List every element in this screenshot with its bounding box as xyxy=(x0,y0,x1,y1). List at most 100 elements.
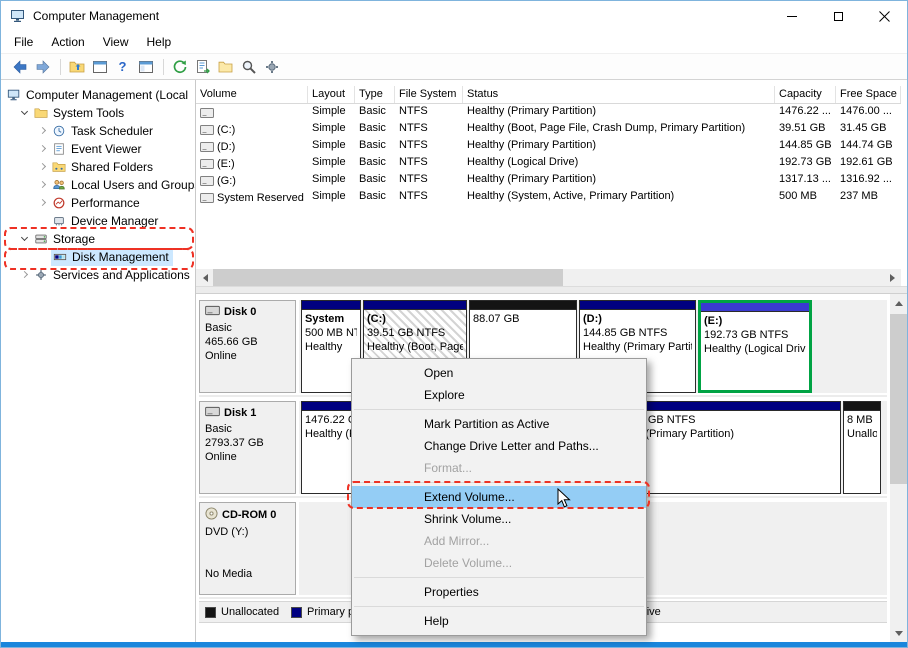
sidebar-item-device-manager[interactable]: Device Manager xyxy=(1,212,195,230)
volume-row[interactable]: System Reserved Simple Basic NTFS Health… xyxy=(196,189,901,206)
sidebar-item-task-scheduler[interactable]: Task Scheduler xyxy=(1,122,195,140)
menu-item-delete-volume: Delete Volume... xyxy=(352,552,646,574)
titlebar[interactable]: Computer Management xyxy=(1,1,907,31)
device-manager-icon xyxy=(51,213,67,229)
legend-swatch-primary xyxy=(291,607,302,618)
window-title: Computer Management xyxy=(33,9,159,23)
chevron-collapsed-icon[interactable] xyxy=(37,179,49,191)
disk-name: Disk 0 xyxy=(224,306,256,318)
partition-e[interactable]: (E:) 192.73 GB NTFS Healthy (Logical Dri… xyxy=(698,300,812,393)
partition-size: 500 MB NTFS xyxy=(305,326,357,340)
menu-item-mark-partition-active[interactable]: Mark Partition as Active xyxy=(352,413,646,435)
window-controls xyxy=(769,1,907,31)
disk-icon xyxy=(205,406,220,420)
chevron-collapsed-icon[interactable] xyxy=(37,143,49,155)
storage-icon xyxy=(33,231,49,247)
menu-item-properties[interactable]: Properties xyxy=(352,581,646,603)
chevron-collapsed-icon[interactable] xyxy=(37,197,49,209)
menu-view[interactable]: View xyxy=(94,32,138,52)
scroll-down-button[interactable] xyxy=(890,625,907,642)
refresh-icon[interactable] xyxy=(169,57,190,77)
menu-item-help[interactable]: Help xyxy=(352,610,646,632)
chevron-collapsed-icon[interactable] xyxy=(37,125,49,137)
volume-row[interactable]: (E:) Simple Basic NTFS Healthy (Logical … xyxy=(196,155,901,172)
chevron-placeholder xyxy=(37,251,49,263)
menu-separator xyxy=(354,482,644,483)
console-tree-icon[interactable] xyxy=(135,57,156,77)
volume-capacity: 1476.22 ... xyxy=(775,104,836,121)
horizontal-scroll-thumb[interactable] xyxy=(213,269,563,286)
menu-action[interactable]: Action xyxy=(42,32,93,52)
volume-name: (E:) xyxy=(217,158,235,170)
search-icon[interactable] xyxy=(238,57,259,77)
vertical-scroll-track[interactable] xyxy=(890,311,907,625)
volume-row[interactable]: Simple Basic NTFS Healthy (Primary Parti… xyxy=(196,104,901,121)
sidebar-item-computer-management[interactable]: Computer Management (Local xyxy=(1,86,195,104)
chevron-expanded-icon[interactable] xyxy=(19,233,31,245)
sidebar-item-local-users-and-groups[interactable]: Local Users and Groups xyxy=(1,176,195,194)
maximize-button[interactable] xyxy=(815,1,861,31)
console-window-icon[interactable] xyxy=(89,57,110,77)
export-list-icon[interactable] xyxy=(192,57,213,77)
horizontal-scroll-track[interactable] xyxy=(213,269,884,286)
sidebar-item-label: Disk Management xyxy=(72,250,169,264)
column-header-free-space[interactable]: Free Space xyxy=(836,86,901,103)
chevron-expanded-icon[interactable] xyxy=(19,107,31,119)
menu-item-shrink-volume[interactable]: Shrink Volume... xyxy=(352,508,646,530)
menu-item-change-drive-letter[interactable]: Change Drive Letter and Paths... xyxy=(352,435,646,457)
volume-free-space: 1316.92 ... xyxy=(836,172,901,189)
up-level-icon[interactable] xyxy=(66,57,87,77)
vertical-scroll-thumb[interactable] xyxy=(890,314,907,484)
column-header-volume[interactable]: Volume xyxy=(196,86,308,103)
panel-splitter[interactable] xyxy=(196,286,907,294)
menu-item-open[interactable]: Open xyxy=(352,362,646,384)
volume-icon xyxy=(200,107,214,119)
forward-icon[interactable] xyxy=(32,57,53,77)
disk-type: Basic xyxy=(205,422,290,436)
back-icon[interactable] xyxy=(9,57,30,77)
chevron-collapsed-icon[interactable] xyxy=(37,161,49,173)
volume-row[interactable]: (G:) Simple Basic NTFS Healthy (Primary … xyxy=(196,172,901,189)
sidebar-item-disk-management[interactable]: Disk Management xyxy=(1,248,195,266)
column-header-status[interactable]: Status xyxy=(463,86,775,103)
scroll-up-button[interactable] xyxy=(890,294,907,311)
shared-folders-icon xyxy=(51,159,67,175)
column-header-type[interactable]: Type xyxy=(355,86,395,103)
sidebar-item-storage[interactable]: Storage xyxy=(1,230,195,248)
sidebar-item-services-and-applications[interactable]: Services and Applications xyxy=(1,266,195,284)
partition-size: 88.07 GB xyxy=(473,312,573,326)
cdrom-label[interactable]: CD-ROM 0 DVD (Y:) No Media xyxy=(199,502,296,595)
vertical-scrollbar[interactable] xyxy=(890,294,907,642)
horizontal-scrollbar[interactable] xyxy=(196,269,901,286)
menu-item-explore[interactable]: Explore xyxy=(352,384,646,406)
settings-icon[interactable] xyxy=(261,57,282,77)
volume-row[interactable]: (C:) Simple Basic NTFS Healthy (Boot, Pa… xyxy=(196,121,901,138)
volume-list-header: Volume Layout Type File System Status Ca… xyxy=(196,86,901,104)
sidebar-item-performance[interactable]: Performance xyxy=(1,194,195,212)
column-header-layout[interactable]: Layout xyxy=(308,86,355,103)
chevron-collapsed-icon[interactable] xyxy=(19,269,31,281)
menu-help[interactable]: Help xyxy=(138,32,181,52)
sidebar-item-label: Event Viewer xyxy=(71,142,141,156)
scroll-right-button[interactable] xyxy=(884,269,901,286)
minimize-icon xyxy=(787,16,797,17)
menu-file[interactable]: File xyxy=(5,32,42,52)
column-header-file-system[interactable]: File System xyxy=(395,86,463,103)
disk1-label[interactable]: Disk 1 Basic 2793.37 GB Online xyxy=(199,401,296,494)
open-folder-icon[interactable] xyxy=(215,57,236,77)
sidebar-item-event-viewer[interactable]: Event Viewer xyxy=(1,140,195,158)
column-header-capacity[interactable]: Capacity xyxy=(775,86,836,103)
users-icon xyxy=(51,177,67,193)
scroll-left-button[interactable] xyxy=(196,269,213,286)
minimize-button[interactable] xyxy=(769,1,815,31)
sidebar-item-system-tools[interactable]: System Tools xyxy=(1,104,195,122)
maximize-icon xyxy=(834,12,843,21)
help-icon[interactable]: ? xyxy=(112,57,133,77)
menu-item-extend-volume[interactable]: Extend Volume... xyxy=(352,486,646,508)
partition-status: Healthy (Logical Drive) xyxy=(704,342,806,356)
volume-row[interactable]: (D:) Simple Basic NTFS Healthy (Primary … xyxy=(196,138,901,155)
partition-unallocated-8mb[interactable]: 8 MB Unallocated xyxy=(843,401,881,494)
disk0-label[interactable]: Disk 0 Basic 465.66 GB Online xyxy=(199,300,296,393)
close-button[interactable] xyxy=(861,1,907,31)
sidebar-item-shared-folders[interactable]: Shared Folders xyxy=(1,158,195,176)
